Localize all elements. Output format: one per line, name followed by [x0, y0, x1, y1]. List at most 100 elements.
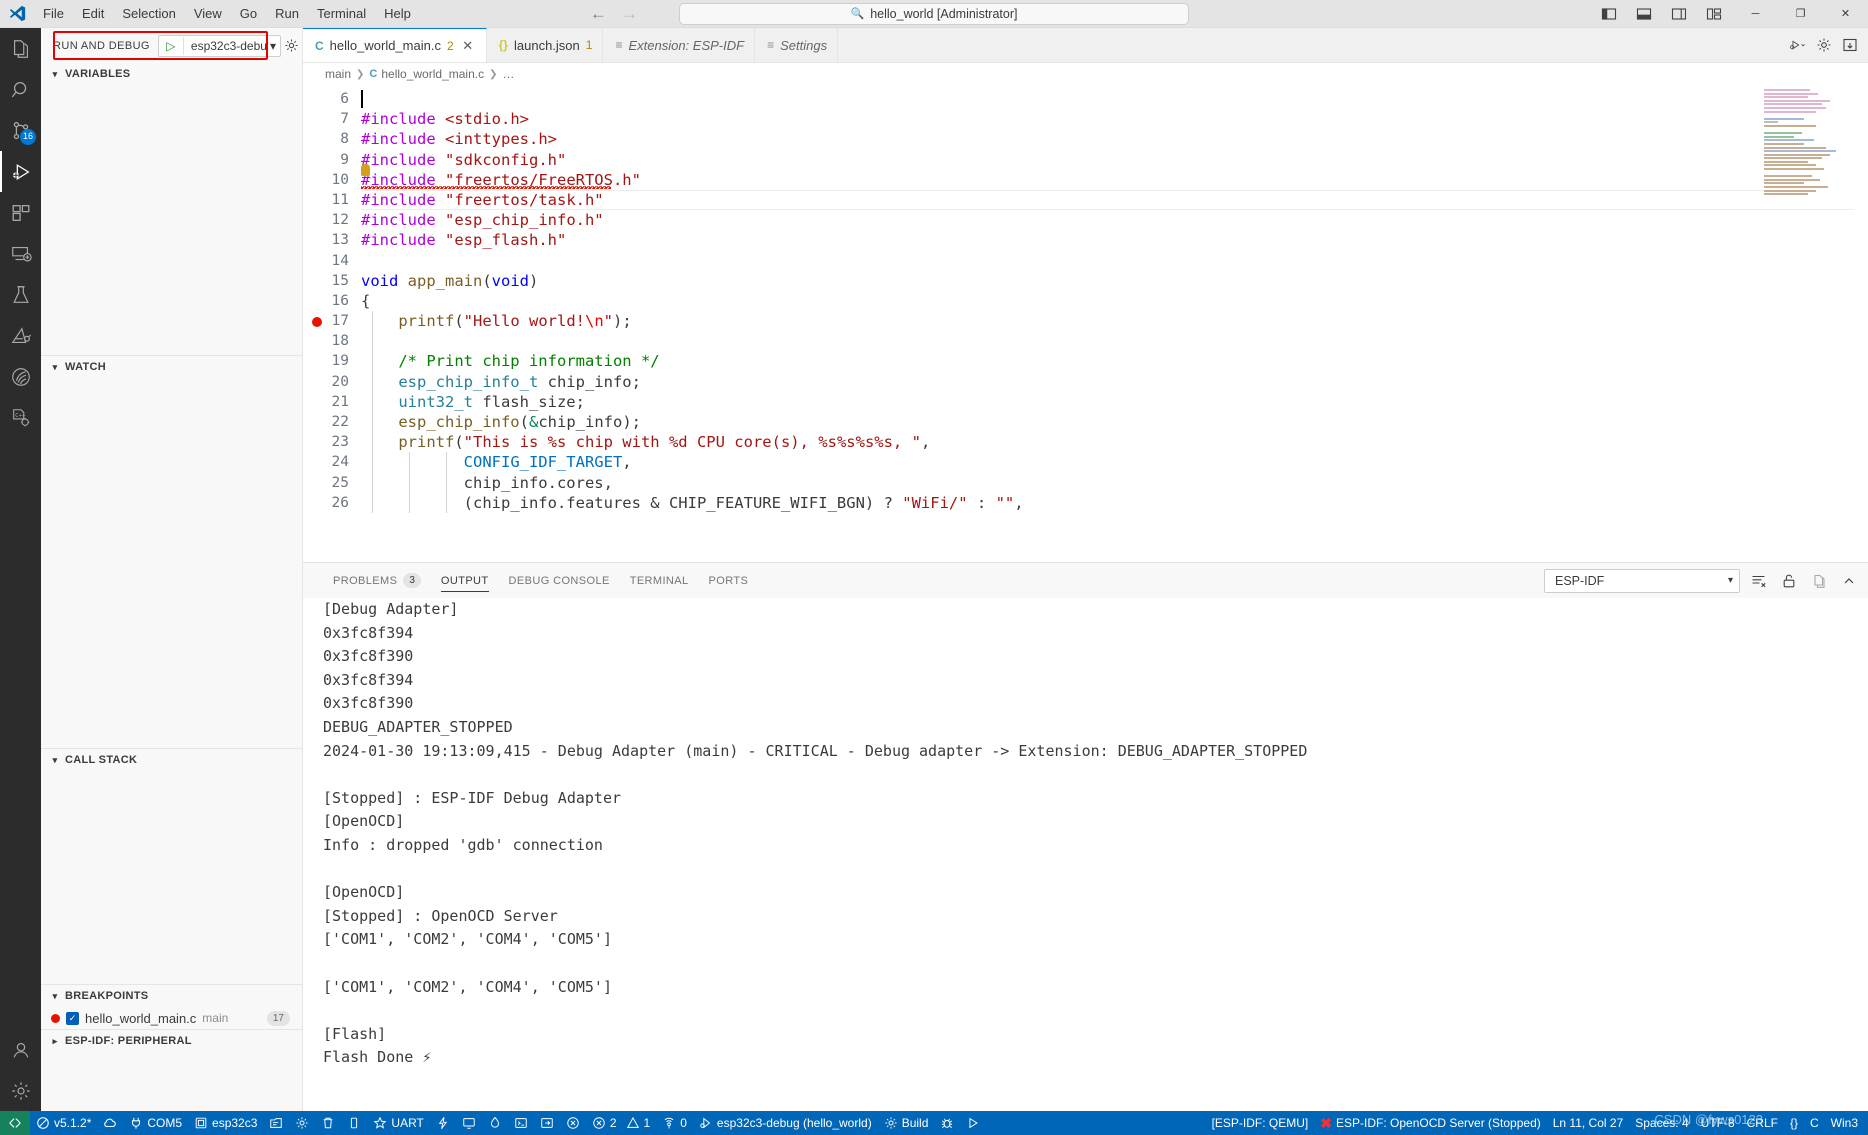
code-line[interactable]: /* Print chip information */: [361, 351, 1868, 372]
launch-config-control[interactable]: ▷ esp32c3-debu ▾: [157, 34, 281, 57]
status-run-task[interactable]: [960, 1111, 986, 1135]
toggle-panel-icon[interactable]: [1631, 4, 1657, 24]
panel-tab-terminal[interactable]: TERMINAL: [620, 563, 699, 598]
status-indentation[interactable]: Spaces: 4: [1629, 1111, 1694, 1135]
editor-scrollbar[interactable]: [1854, 85, 1868, 562]
status-idf-target[interactable]: esp32c3: [188, 1111, 263, 1135]
menu-view[interactable]: View: [185, 2, 231, 26]
line-number[interactable]: 19: [303, 351, 361, 371]
line-number[interactable]: 21: [303, 392, 361, 412]
line-number[interactable]: 9: [303, 150, 361, 170]
section-header-watch[interactable]: ▾ WATCH: [41, 356, 302, 378]
activitybar-item-remote-explorer[interactable]: [0, 233, 41, 274]
status-serial-port[interactable]: COM5: [123, 1111, 188, 1135]
tab-settings[interactable]: ≡ Settings: [755, 28, 839, 62]
breakpoint-list-item[interactable]: ✓ hello_world_main.c main 17: [41, 1007, 302, 1029]
window-close-button[interactable]: ✕: [1823, 0, 1868, 28]
line-number[interactable]: 22: [303, 412, 361, 432]
menu-file[interactable]: File: [34, 2, 73, 26]
menu-run[interactable]: Run: [266, 2, 308, 26]
panel-tab-output[interactable]: OUTPUT: [431, 563, 499, 598]
breakpoint-checkbox[interactable]: ✓: [66, 1011, 79, 1025]
status-editor-position[interactable]: Ln 11, Col 27: [1547, 1111, 1630, 1135]
window-restore-button[interactable]: ❐: [1778, 0, 1823, 28]
line-number[interactable]: 15: [303, 271, 361, 291]
quick-input-bar[interactable]: 🔍 hello_world [Administrator]: [679, 2, 1189, 25]
breadcrumb-item-symbol[interactable]: …: [502, 67, 514, 81]
activitybar-item-espressif-idf[interactable]: [0, 315, 41, 356]
activitybar-item-explorer[interactable]: [0, 28, 41, 69]
line-number-gutter[interactable]: 6 7 8 9 10 11 12 13 14 15 16 17 18 19 20 21 22 23 24 25 26: [303, 85, 361, 562]
unlock-scroll-icon[interactable]: [1778, 570, 1800, 592]
code-lines[interactable]: #include <stdio.h> #include <inttypes.h> #…: [361, 85, 1868, 562]
panel-tab-ports[interactable]: PORTS: [699, 563, 759, 598]
status-erase-flash[interactable]: [341, 1111, 367, 1135]
activitybar-item-accounts[interactable]: [0, 1029, 41, 1070]
activitybar-item-testing[interactable]: [0, 274, 41, 315]
code-line[interactable]: esp_chip_info_t chip_info;: [361, 371, 1868, 392]
code-line[interactable]: [361, 89, 1868, 109]
settings-gear-icon[interactable]: [1816, 37, 1832, 53]
status-sdk-configuration-editor[interactable]: [263, 1111, 289, 1135]
line-number[interactable]: 25: [303, 473, 361, 493]
arrow-right-icon[interactable]: →: [621, 5, 638, 22]
section-header-call-stack[interactable]: ▾ CALL STACK: [41, 749, 302, 771]
launch-config-dropdown[interactable]: esp32c3-debu ▾: [184, 39, 280, 53]
status-esp-idf-doc-search[interactable]: [97, 1111, 123, 1135]
line-number[interactable]: 20: [303, 372, 361, 392]
status-open-terminal[interactable]: [508, 1111, 534, 1135]
tab-hello-world-main-c[interactable]: C hello_world_main.c 2 ✕: [303, 28, 487, 62]
status-remote-window[interactable]: [0, 1111, 30, 1135]
status-flash-method-uart[interactable]: UART: [367, 1111, 429, 1135]
code-line[interactable]: #include "freertos/FreeRTOS.h": [361, 163, 1868, 190]
line-number[interactable]: 26: [303, 493, 361, 513]
code-line[interactable]: (chip_info.features & CHIP_FEATURE_WIFI_…: [361, 492, 1868, 513]
minimap[interactable]: [1764, 89, 1854, 199]
line-number[interactable]: 7: [303, 109, 361, 129]
toggle-secondary-sidebar-icon[interactable]: [1666, 4, 1692, 24]
status-problems-count[interactable]: 2 1: [586, 1111, 656, 1135]
status-openocd-server[interactable]: ✖ ESP-IDF: OpenOCD Server (Stopped): [1314, 1111, 1546, 1135]
status-full-clean[interactable]: [315, 1111, 341, 1135]
start-debugging-play-icon[interactable]: ▷: [159, 39, 183, 53]
code-line[interactable]: #include "esp_chip_info.h": [361, 210, 1868, 230]
code-line[interactable]: void app_main(void): [361, 271, 1868, 291]
code-line[interactable]: printf("Hello world!\n");: [361, 311, 1868, 332]
menu-selection[interactable]: Selection: [113, 2, 184, 26]
code-line[interactable]: #include "esp_flash.h": [361, 230, 1868, 250]
status-bracket-pair[interactable]: {}: [1784, 1111, 1804, 1135]
menu-terminal[interactable]: Terminal: [308, 2, 375, 26]
toggle-primary-sidebar-icon[interactable]: [1596, 4, 1622, 24]
line-number[interactable]: 6: [303, 89, 361, 109]
status-win32[interactable]: Win3: [1825, 1111, 1864, 1135]
open-launch-json-gear-icon[interactable]: [281, 35, 303, 57]
menu-edit[interactable]: Edit: [73, 2, 113, 26]
line-number[interactable]: 12: [303, 210, 361, 230]
open-in-editor-icon[interactable]: [1808, 570, 1830, 592]
status-debug-config[interactable]: esp32c3-debug (hello_world): [693, 1111, 878, 1135]
window-minimize-button[interactable]: ─: [1733, 0, 1778, 28]
status-monitor-device[interactable]: [456, 1111, 482, 1135]
customize-layout-icon[interactable]: [1701, 4, 1727, 24]
status-eol[interactable]: CRLF: [1741, 1111, 1784, 1135]
line-number[interactable]: 16: [303, 291, 361, 311]
activitybar-item-source-control[interactable]: 16: [0, 110, 41, 151]
run-and-debug-dropdown-icon[interactable]: [1790, 37, 1806, 53]
menu-help[interactable]: Help: [375, 2, 420, 26]
activitybar-item-extensions[interactable]: [0, 192, 41, 233]
status-build-task[interactable]: Build: [878, 1111, 935, 1135]
line-number[interactable]: 17: [303, 311, 361, 331]
line-number[interactable]: 23: [303, 432, 361, 452]
code-line[interactable]: {: [361, 291, 1868, 311]
status-flash-device[interactable]: [430, 1111, 456, 1135]
status-language-mode[interactable]: C: [1804, 1111, 1825, 1135]
code-line[interactable]: [361, 331, 1868, 352]
line-number[interactable]: 8: [303, 129, 361, 149]
output-channel-dropdown[interactable]: ESP-IDF ▾: [1544, 568, 1740, 593]
section-header-breakpoints[interactable]: ▾ BREAKPOINTS: [41, 985, 302, 1007]
activitybar-item-search[interactable]: [0, 69, 41, 110]
code-line[interactable]: #include <stdio.h>: [361, 109, 1868, 129]
code-line[interactable]: printf("This is %s chip with %d CPU core…: [361, 432, 1868, 453]
chevron-up-icon[interactable]: [1838, 570, 1860, 592]
menu-go[interactable]: Go: [231, 2, 266, 26]
